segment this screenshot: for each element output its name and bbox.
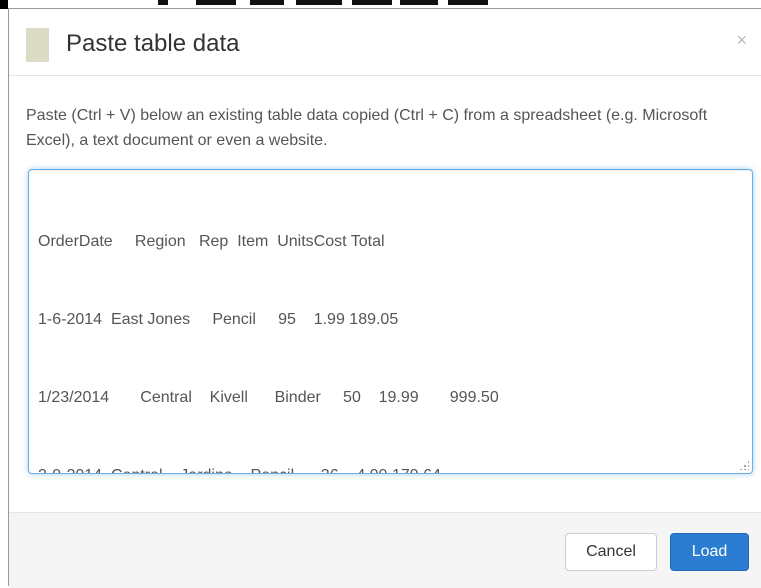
close-icon[interactable]: ×	[736, 31, 747, 49]
textarea-line: OrderDate Region Rep Item UnitsCost Tota…	[38, 233, 385, 250]
background-text-fragment	[400, 0, 438, 5]
header-accent-bar	[26, 28, 49, 62]
dialog-body: Paste (Ctrl + V) below an existing table…	[9, 76, 761, 512]
textarea-line: 2-9-2014 Central Jardine Pencil 36 4.99 …	[38, 463, 743, 473]
textarea-line: 1-6-2014 East Jones Pencil 95 1.99 189.0…	[38, 311, 399, 328]
textarea-line: 1/23/2014 Central Kivell Binder 50 19.99…	[38, 389, 499, 406]
instructions-text: Paste (Ctrl + V) below an existing table…	[26, 107, 708, 149]
background-text-fragment	[250, 0, 284, 5]
background-text-fragment	[196, 0, 236, 5]
background-window-edge	[0, 0, 8, 9]
paste-table-dialog: Paste table data × Paste (Ctrl + V) belo…	[8, 8, 761, 588]
background-text-fragment	[158, 0, 168, 5]
load-button[interactable]: Load	[670, 533, 749, 571]
background-text-fragment	[352, 0, 392, 5]
dialog-header: Paste table data ×	[9, 9, 761, 76]
cancel-button[interactable]: Cancel	[565, 533, 657, 571]
background-text-fragment	[448, 0, 488, 5]
dialog-footer: Cancel Load	[9, 512, 761, 588]
background-text-fragment	[296, 0, 342, 5]
paste-data-textarea[interactable]: OrderDate Region Rep Item UnitsCost Tota…	[28, 169, 753, 474]
dialog-title: Paste table data	[66, 30, 240, 57]
